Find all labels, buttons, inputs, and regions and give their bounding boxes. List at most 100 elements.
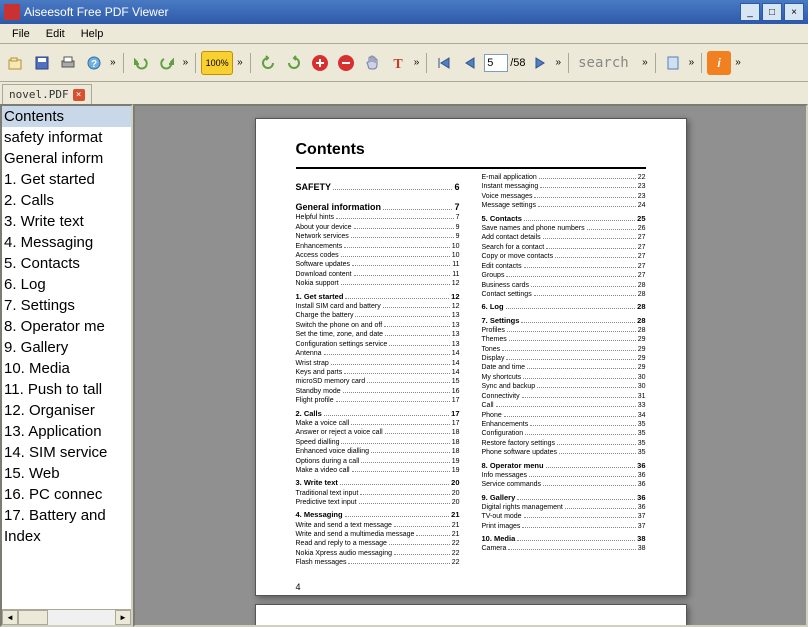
outline-item[interactable]: 14. SIM service [2,442,131,463]
toc-entry: SAFETY6 [296,181,460,193]
toc-entry: Print images37 [482,522,646,531]
outline-item[interactable]: 16. PC connec [2,484,131,505]
outline-item[interactable]: 9. Gallery [2,337,131,358]
toc-entry: Install SIM card and battery12 [296,302,460,311]
outline-item[interactable]: 3. Write text [2,211,131,232]
zoom-in-button[interactable] [308,51,332,75]
open-button[interactable] [4,51,28,75]
toc-entry: Phone34 [482,411,646,420]
toc-entry: Profiles28 [482,326,646,335]
undo-button[interactable] [129,51,153,75]
close-button[interactable]: × [784,3,804,21]
toc-entry: Network services9 [296,232,460,241]
toc-entry: Groups27 [482,271,646,280]
overflow-1[interactable]: » [108,57,118,68]
toc-entry: Business cards28 [482,281,646,290]
toc-entry: Download content11 [296,270,460,279]
outline-item[interactable]: 13. Application [2,421,131,442]
toc-entry: Add contact details27 [482,233,646,242]
pdf-viewer[interactable]: Contents SAFETY6General information7Help… [133,104,808,627]
toc-entry: Contact settings28 [482,290,646,299]
zoom-out-button[interactable] [334,51,358,75]
scroll-right-button[interactable]: ► [115,610,131,625]
overflow-6[interactable]: » [640,57,650,68]
outline-item[interactable]: Contents [2,106,131,127]
toc-entry: Sync and backup30 [482,382,646,391]
tabbar: novel.PDF × [0,82,808,104]
document-tab[interactable]: novel.PDF × [2,84,92,104]
minimize-button[interactable]: _ [740,3,760,21]
toc-entry: Speed dialling18 [296,438,460,447]
first-page-button[interactable] [432,51,456,75]
outline-item[interactable]: 17. Battery and [2,505,131,526]
toc-entry: Save names and phone numbers26 [482,224,646,233]
outline-item[interactable]: Index [2,526,131,547]
outline-item[interactable]: 10. Media [2,358,131,379]
page-total-label: /58 [510,57,525,69]
menu-edit[interactable]: Edit [38,26,73,42]
zoom-100-button[interactable]: 100% [201,51,233,75]
overflow-5[interactable]: » [554,57,564,68]
search-input[interactable]: search [574,52,638,74]
next-page-button[interactable] [528,51,552,75]
outline-scrollbar[interactable]: ◄ ► [2,609,131,625]
outline-item[interactable]: 12. Organiser [2,400,131,421]
prev-page-button[interactable] [458,51,482,75]
scroll-left-button[interactable]: ◄ [2,610,18,625]
rotate-left-button[interactable] [256,51,280,75]
toc-entry: Info messages36 [482,471,646,480]
bookmark-button[interactable] [661,51,685,75]
menu-file[interactable]: File [4,26,38,42]
page-number: 4 [296,582,646,592]
scroll-thumb[interactable] [18,610,48,625]
overflow-7[interactable]: » [687,57,697,68]
overflow-3[interactable]: » [235,57,245,68]
toc-entry: Voice messages23 [482,192,646,201]
toc-entry: Nokia Xpress audio messaging22 [296,549,460,558]
toc-entry: Flight profile17 [296,396,460,405]
outline-panel: Contentssafety informatGeneral inform1. … [0,104,133,627]
toc-entry: 9. Gallery36 [482,493,646,503]
text-select-button[interactable]: T [386,51,410,75]
toc-entry: Display29 [482,354,646,363]
outline-item[interactable]: 1. Get started [2,169,131,190]
print-button[interactable] [56,51,80,75]
info-button[interactable]: ? [82,51,106,75]
toc-entry: Configuration settings service13 [296,340,460,349]
overflow-2[interactable]: » [181,57,191,68]
toc-entry: Camera38 [482,544,646,553]
outline-item[interactable]: 11. Push to tall [2,379,131,400]
menu-help[interactable]: Help [73,26,112,42]
outline-item[interactable]: 6. Log [2,274,131,295]
outline-item[interactable]: General inform [2,148,131,169]
redo-button[interactable] [155,51,179,75]
svg-text:i: i [718,56,722,70]
toc-entry: Search for a contact27 [482,243,646,252]
toc-entry: Connectivity31 [482,392,646,401]
overflow-8[interactable]: » [733,57,743,68]
rotate-right-button[interactable] [282,51,306,75]
outline-item[interactable]: safety informat [2,127,131,148]
outline-item[interactable]: 8. Operator me [2,316,131,337]
svg-text:?: ? [91,59,97,70]
toc-entry: Keys and parts14 [296,368,460,377]
outline-item[interactable]: 15. Web [2,463,131,484]
save-button[interactable] [30,51,54,75]
toc-entry: Wrist strap14 [296,359,460,368]
hand-tool-button[interactable] [360,51,384,75]
outline-item[interactable]: 5. Contacts [2,253,131,274]
toc-entry: Traditional text input20 [296,489,460,498]
outline-item[interactable]: 4. Messaging [2,232,131,253]
outline-item[interactable]: 2. Calls [2,190,131,211]
outline-item[interactable]: 7. Settings [2,295,131,316]
overflow-4[interactable]: » [412,57,422,68]
tab-close-button[interactable]: × [73,89,85,101]
toc-entry: 8. Operator menu36 [482,461,646,471]
toc-entry: Enhancements10 [296,242,460,251]
about-button[interactable]: i [707,51,731,75]
titlebar: Aiseesoft Free PDF Viewer _ □ × [0,0,808,24]
toc-entry: 7. Settings28 [482,316,646,326]
page-number-input[interactable] [484,54,508,72]
maximize-button[interactable]: □ [762,3,782,21]
toc-entry: Charge the battery13 [296,311,460,320]
